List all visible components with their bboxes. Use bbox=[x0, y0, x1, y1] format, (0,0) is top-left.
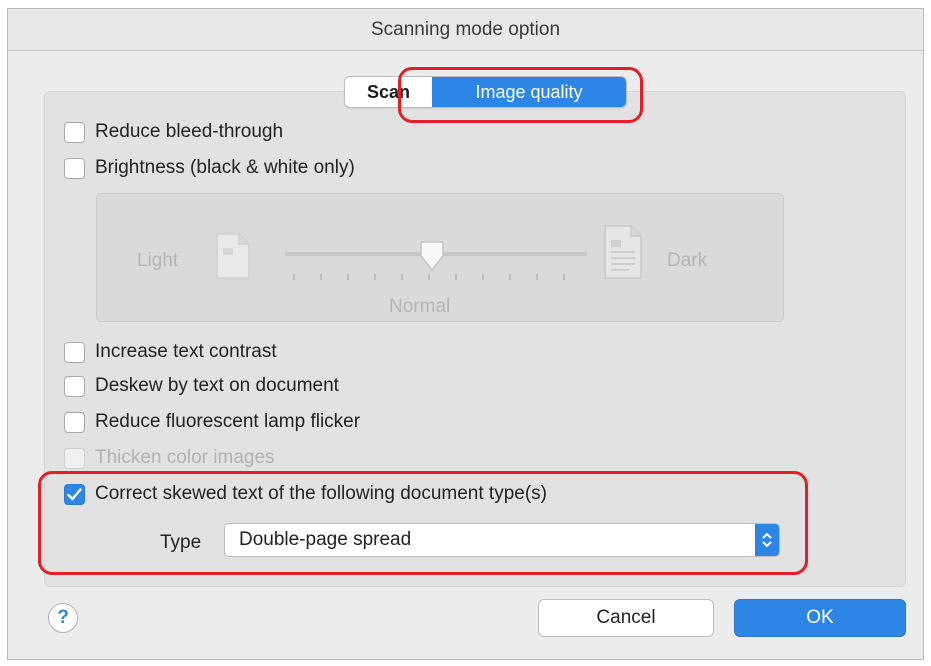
brightness-slider-group: Light Dark Normal bbox=[96, 193, 784, 322]
light-label: Light bbox=[137, 250, 179, 271]
reduce-bleed-through-option[interactable]: Reduce bleed-through bbox=[64, 119, 283, 145]
reduce-bleed-through-checkbox[interactable] bbox=[64, 121, 85, 143]
deskew-option[interactable]: Deskew by text on document bbox=[64, 373, 339, 399]
reduce-flicker-label: Reduce fluorescent lamp flicker bbox=[95, 411, 361, 432]
brightness-label: Brightness (black & white only) bbox=[95, 157, 355, 178]
brightness-option[interactable]: Brightness (black & white only) bbox=[64, 155, 355, 181]
brightness-checkbox[interactable] bbox=[64, 157, 85, 179]
slider-tick bbox=[374, 274, 376, 280]
scanning-mode-dialog: Scanning mode option Scan Image quality … bbox=[7, 8, 924, 660]
deskew-checkbox[interactable] bbox=[64, 375, 85, 397]
window-title: Scanning mode option bbox=[370, 18, 561, 40]
normal-label: Normal bbox=[389, 296, 451, 317]
slider-tick bbox=[293, 274, 295, 280]
dark-label: Dark bbox=[667, 250, 708, 271]
slider-tick bbox=[428, 274, 430, 280]
slider-tick bbox=[563, 274, 565, 280]
slider-tick bbox=[347, 274, 349, 280]
slider-tick bbox=[455, 274, 457, 280]
slider-tick bbox=[482, 274, 484, 280]
slider-tick bbox=[401, 274, 403, 280]
reduce-flicker-checkbox[interactable] bbox=[64, 411, 85, 433]
thicken-color-images-label: Thicken color images bbox=[95, 447, 275, 468]
skew-correction-highlight-annotation bbox=[38, 471, 808, 575]
slider-tick bbox=[320, 274, 322, 280]
title-bar: Scanning mode option bbox=[8, 9, 923, 51]
light-document-icon bbox=[216, 233, 250, 279]
thicken-color-images-checkbox bbox=[64, 447, 85, 469]
thicken-color-images-option: Thicken color images bbox=[64, 445, 275, 471]
slider-knob[interactable] bbox=[418, 240, 446, 272]
dark-document-icon bbox=[604, 225, 642, 279]
slider-tick bbox=[536, 274, 538, 280]
increase-text-contrast-label: Increase text contrast bbox=[95, 341, 277, 362]
reduce-flicker-option[interactable]: Reduce fluorescent lamp flicker bbox=[64, 409, 360, 435]
tab-highlight-annotation bbox=[398, 67, 643, 123]
help-button[interactable]: ? bbox=[48, 603, 78, 633]
increase-text-contrast-checkbox[interactable] bbox=[64, 341, 85, 363]
increase-text-contrast-option[interactable]: Increase text contrast bbox=[64, 339, 277, 365]
cancel-button[interactable]: Cancel bbox=[538, 599, 714, 637]
reduce-bleed-through-label: Reduce bleed-through bbox=[95, 121, 284, 142]
slider-tick bbox=[509, 274, 511, 280]
deskew-label: Deskew by text on document bbox=[95, 375, 339, 396]
ok-button[interactable]: OK bbox=[734, 599, 906, 637]
